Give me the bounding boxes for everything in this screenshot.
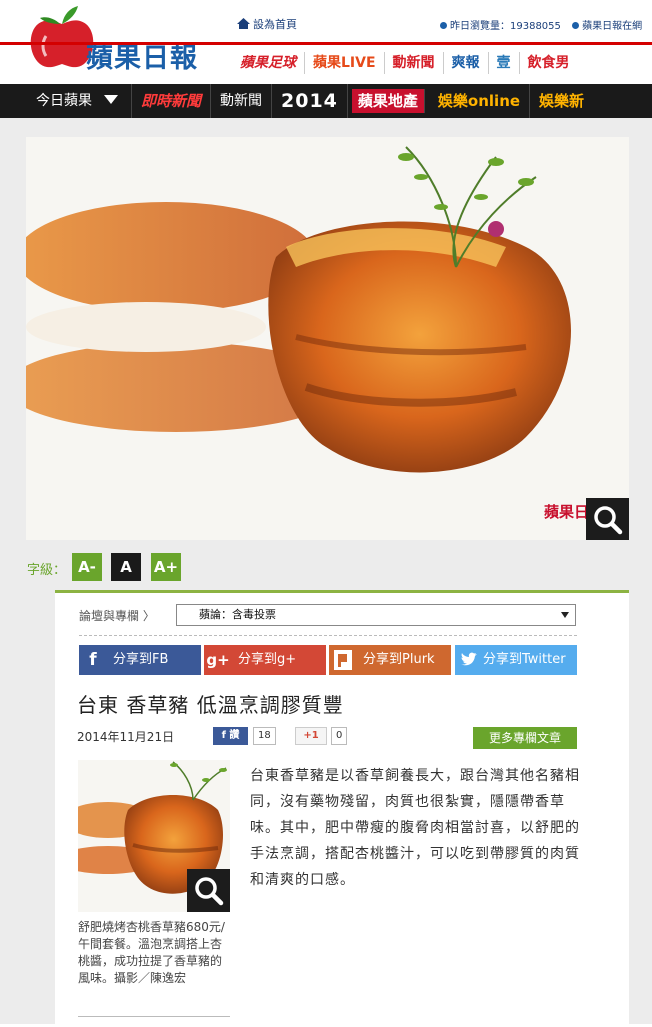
nav-item-2014[interactable]: 2014 (272, 84, 348, 118)
article-thumbnail[interactable] (78, 760, 230, 912)
share-gplus-label: 分享到g+ (238, 652, 297, 667)
font-size-label: 字級： (27, 563, 67, 578)
more-columns-button[interactable]: 更多專欄文章 (473, 727, 577, 749)
fb-like-label: 讚 (229, 730, 240, 741)
partner-link-next[interactable]: 壹 (489, 52, 520, 74)
share-fb-button[interactable]: f 分享到FB (79, 645, 201, 675)
partner-link-food[interactable]: 飲食男 (520, 52, 578, 74)
partner-link-football[interactable]: 蘋果足球 (232, 52, 305, 74)
magnifier-icon (195, 877, 224, 906)
set-homepage-link[interactable]: 設為首頁 (237, 16, 297, 32)
twitter-bird-icon (455, 645, 483, 675)
set-homepage-label: 設為首頁 (253, 18, 297, 31)
nav-item-animation[interactable]: 動新聞 (211, 84, 273, 118)
thumbnail-zoom-button[interactable] (187, 869, 230, 912)
stats-value: 19388055 (510, 21, 561, 32)
share-twitter-button[interactable]: 分享到Twitter (455, 645, 577, 675)
share-fb-label: 分享到FB (113, 652, 169, 667)
nav-item-realtime[interactable]: 即時新聞 (132, 84, 212, 118)
article-panel: 論壇與專欄 〉 蘋論：含毒投票 f 分享到FB g+ 分享到g+ 分享到Plurk … (55, 590, 629, 1027)
google-plus-icon: g+ (206, 651, 230, 669)
share-plurk-label: 分享到Plurk (363, 652, 435, 667)
font-size-normal-button[interactable]: A (111, 553, 141, 581)
article-date: 2014年11月21日 (77, 730, 175, 744)
forum-dropdown[interactable]: 蘋論：含毒投票 (176, 604, 576, 626)
photo-caption: 舒肥燒烤杏桃香草豬680元/午間套餐。溫泡烹調搭上杏桃醬，成功拉提了香草豬的風味… (78, 920, 225, 985)
nav-label-today: 今日蘋果 (36, 93, 92, 109)
stats-bar: 昨日瀏覽量：19388055 蘋果日報在網 (440, 17, 642, 32)
chevron-down-icon (561, 612, 569, 618)
gplus-count: 0 (331, 727, 348, 745)
partner-link-animation-news[interactable]: 動新聞 (385, 52, 444, 74)
nav-item-ent-more[interactable]: 娛樂新 (530, 84, 593, 118)
magnifier-icon (594, 506, 623, 535)
nav-item-property[interactable]: 蘋果地產 (351, 89, 425, 113)
caption-divider (78, 1016, 230, 1017)
nav-item-ent-online[interactable]: 娛樂online (429, 84, 531, 118)
bullet-icon (572, 22, 580, 29)
partner-link-live[interactable]: 蘋果LIVE (305, 52, 385, 74)
header-red-line (0, 42, 652, 45)
photo-watermark: 蘋果日 (544, 503, 590, 521)
hero-image[interactable]: 蘋果日 (26, 137, 629, 540)
subscribe-link[interactable]: 蘋果日報在網 (582, 21, 642, 32)
font-size-decrease-button[interactable]: A- (72, 553, 102, 581)
partner-links: 蘋果足球 蘋果LIVE 動新聞 爽報壹飲食男 (232, 52, 578, 80)
food-photo (26, 137, 629, 540)
plurk-icon (329, 645, 357, 675)
zoom-button[interactable] (586, 498, 629, 540)
article-body: 台東香草豬是以香草飼養長大，跟台灣其他名豬相同，沒有藥物殘留，肉質也很紮實，隱隱… (250, 768, 580, 888)
share-twitter-label: 分享到Twitter (483, 652, 566, 667)
site-header: 蘋果日報 設為首頁 昨日瀏覽量：19388055 蘋果日報在網 蘋果足球 蘋果LI… (0, 0, 652, 84)
nav-item-today[interactable]: 今日蘋果 (0, 84, 132, 118)
share-gplus-button[interactable]: g+ 分享到g+ (204, 645, 326, 675)
main-nav: 今日蘋果 即時新聞 動新聞 2014 蘋果地產 娛樂online 娛樂新 (0, 84, 652, 118)
divider (79, 635, 577, 636)
article-title: 台東 香草豬 低溫烹調膠質豐 (77, 693, 344, 717)
fb-like-count: 18 (253, 727, 276, 745)
forum-label: 論壇與專欄 〉 (79, 609, 155, 623)
font-size-increase-button[interactable]: A+ (151, 553, 181, 581)
bullet-icon (440, 22, 447, 29)
gplus-label: +1 (303, 730, 319, 741)
fb-like-button[interactable]: f 讚 (213, 727, 248, 745)
home-icon (237, 18, 250, 29)
facebook-icon: f (89, 650, 97, 670)
chevron-down-icon (104, 95, 118, 104)
partner-link-sharp-daily[interactable]: 爽報 (444, 52, 489, 74)
share-plurk-button[interactable]: 分享到Plurk (329, 645, 451, 675)
stats-label: 昨日瀏覽量： (450, 21, 510, 32)
forum-selected-value: 蘋論：含毒投票 (199, 608, 276, 621)
gplus-button[interactable]: +1 (295, 727, 327, 745)
